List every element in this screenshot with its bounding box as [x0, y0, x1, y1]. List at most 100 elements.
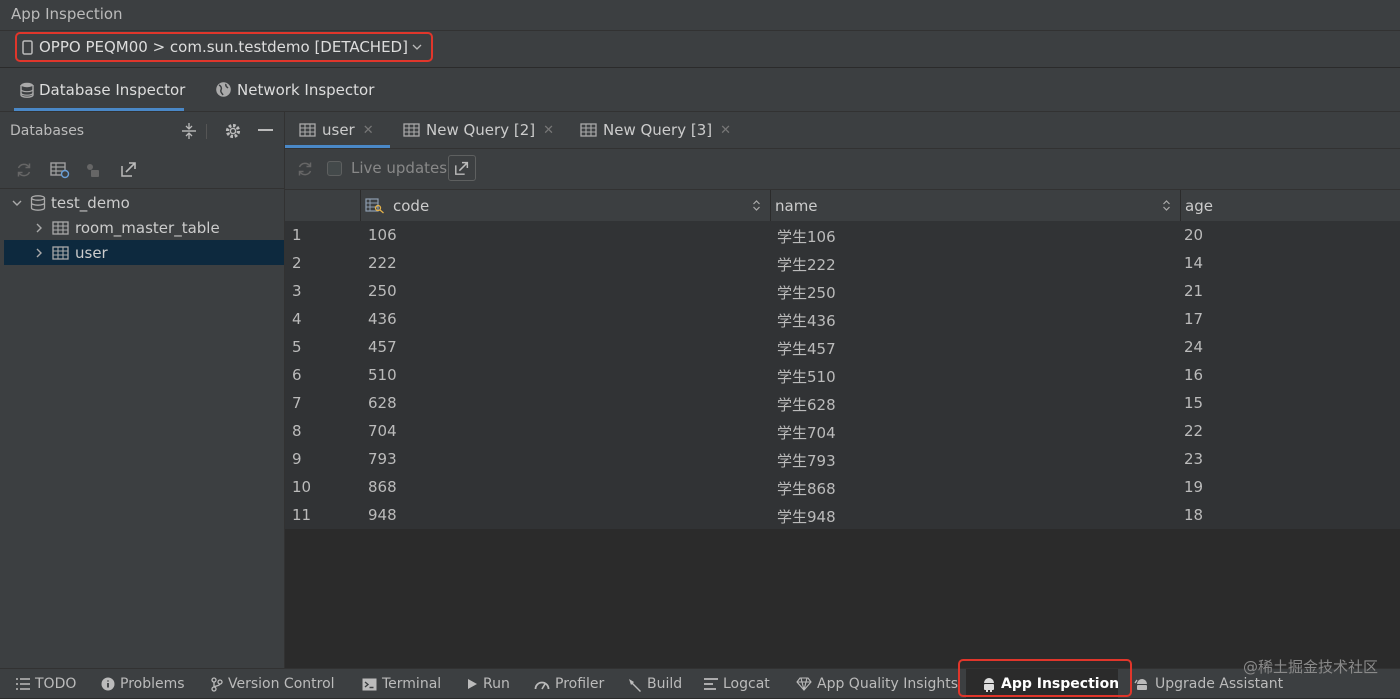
code-cell[interactable]: 436 — [368, 310, 397, 328]
toolwindow-todo[interactable]: TODO — [16, 669, 76, 699]
column-header-age[interactable]: age — [1180, 190, 1400, 221]
device-bar: OPPO PEQM00 > com.sun.testdemo [DETACHED… — [0, 31, 1400, 68]
tab-database-inspector[interactable]: Database Inspector — [8, 68, 190, 111]
table-icon — [52, 220, 69, 235]
table-row[interactable]: 2 222 学生222 14 — [285, 249, 1400, 277]
chevron-down-icon — [412, 43, 422, 51]
tree-item-table-user[interactable]: user — [4, 240, 284, 265]
toolwindow-build[interactable]: Build — [627, 669, 682, 699]
keep-connections-icon[interactable] — [84, 161, 102, 179]
code-cell[interactable]: 106 — [368, 226, 397, 244]
name-cell[interactable]: 学生106 — [777, 226, 836, 247]
toolwindow-profiler[interactable]: Profiler — [534, 669, 604, 699]
table-row[interactable]: 8 704 学生704 22 — [285, 417, 1400, 445]
databases-panel-header: Databases — [0, 112, 284, 150]
chevron-right-icon[interactable] — [35, 248, 43, 258]
refresh-icon[interactable] — [296, 160, 314, 178]
code-cell[interactable]: 704 — [368, 422, 397, 440]
export-icon[interactable] — [120, 160, 138, 178]
name-cell[interactable]: 学生250 — [777, 282, 836, 303]
name-cell[interactable]: 学生457 — [777, 338, 836, 359]
table-row[interactable]: 5 457 学生457 24 — [285, 333, 1400, 361]
table-row[interactable]: 11 948 学生948 18 — [285, 501, 1400, 529]
collapse-all-icon[interactable] — [180, 122, 198, 140]
name-cell[interactable]: 学生510 — [777, 366, 836, 387]
age-cell[interactable]: 24 — [1184, 338, 1203, 356]
table-row[interactable]: 6 510 学生510 16 — [285, 361, 1400, 389]
tab-user[interactable]: user ✕ — [285, 112, 390, 148]
info-icon — [101, 677, 115, 691]
table-row[interactable]: 1 106 学生106 20 — [285, 221, 1400, 249]
refresh-icon[interactable] — [15, 161, 33, 179]
table-row[interactable]: 7 628 学生628 15 — [285, 389, 1400, 417]
tree-item-database[interactable]: test_demo — [4, 190, 284, 215]
column-header-code[interactable]: code — [360, 190, 771, 221]
age-cell[interactable]: 14 — [1184, 254, 1203, 272]
export-table-button[interactable] — [448, 155, 476, 181]
gear-icon[interactable] — [224, 122, 242, 140]
table-row[interactable]: 10 868 学生868 19 — [285, 473, 1400, 501]
tab-new-query-3[interactable]: New Query [3] ✕ — [580, 112, 731, 148]
terminal-icon — [362, 678, 377, 691]
age-cell[interactable]: 23 — [1184, 450, 1203, 468]
table-row[interactable]: 9 793 学生793 23 — [285, 445, 1400, 473]
toolwindow-label: Build — [647, 676, 683, 692]
close-icon[interactable]: ✕ — [720, 123, 731, 138]
tab-new-query-2[interactable]: New Query [2] ✕ — [403, 112, 554, 148]
code-cell[interactable]: 250 — [368, 282, 397, 300]
age-cell[interactable]: 15 — [1184, 394, 1203, 412]
code-cell[interactable]: 793 — [368, 450, 397, 468]
sort-icon[interactable] — [753, 200, 760, 211]
name-cell[interactable]: 学生628 — [777, 394, 836, 415]
close-icon[interactable]: ✕ — [363, 123, 374, 138]
name-cell[interactable]: 学生704 — [777, 422, 836, 443]
code-cell[interactable]: 222 — [368, 254, 397, 272]
table-row[interactable]: 4 436 学生436 17 — [285, 305, 1400, 333]
checkbox-box[interactable] — [327, 160, 342, 176]
age-cell[interactable]: 17 — [1184, 310, 1203, 328]
table-row[interactable]: 3 250 学生250 21 — [285, 277, 1400, 305]
diamond-icon — [796, 677, 812, 691]
name-cell[interactable]: 学生948 — [777, 506, 836, 527]
toolwindow-label: Version Control — [228, 676, 335, 692]
toolwindow-run[interactable]: Run — [467, 669, 510, 699]
toolwindow-label: Upgrade Assistant — [1155, 676, 1284, 692]
name-cell[interactable]: 学生868 — [777, 478, 836, 499]
sort-icon[interactable] — [1163, 200, 1170, 211]
live-updates-checkbox[interactable]: Live updates — [327, 159, 447, 177]
toolwindow-terminal[interactable]: Terminal — [362, 669, 441, 699]
code-cell[interactable]: 457 — [368, 338, 397, 356]
toolwindow-logcat[interactable]: Logcat — [704, 669, 770, 699]
tree-item-table-room-master[interactable]: room_master_table — [4, 215, 284, 240]
code-cell[interactable]: 948 — [368, 506, 397, 524]
name-cell[interactable]: 学生222 — [777, 254, 836, 275]
watermark: @稀土掘金技术社区 — [1242, 658, 1378, 676]
age-cell[interactable]: 18 — [1184, 506, 1203, 524]
toolwindow-label: Run — [483, 676, 510, 692]
column-header-name[interactable]: name — [770, 190, 1180, 221]
code-cell[interactable]: 868 — [368, 478, 397, 496]
age-cell[interactable]: 16 — [1184, 366, 1203, 384]
age-cell[interactable]: 20 — [1184, 226, 1203, 244]
toolwindow-app-quality-insights[interactable]: App Quality Insights — [796, 669, 958, 699]
name-cell[interactable]: 学生793 — [777, 450, 836, 471]
close-icon[interactable]: ✕ — [543, 123, 554, 138]
age-cell[interactable]: 19 — [1184, 478, 1203, 496]
code-cell[interactable]: 510 — [368, 366, 397, 384]
toolwindow-version-control[interactable]: Version Control — [211, 669, 335, 699]
device-process-selector[interactable]: OPPO PEQM00 > com.sun.testdemo [DETACHED… — [15, 32, 433, 62]
chevron-down-icon[interactable] — [12, 199, 22, 207]
age-cell[interactable]: 21 — [1184, 282, 1203, 300]
android-upgrade-icon — [1134, 677, 1150, 691]
tab-network-inspector[interactable]: Network Inspector — [215, 68, 374, 111]
database-icon — [20, 82, 34, 98]
code-cell[interactable]: 628 — [368, 394, 397, 412]
chevron-right-icon[interactable] — [35, 223, 43, 233]
toolwindow-problems[interactable]: Problems — [101, 669, 185, 699]
branch-icon — [211, 676, 223, 692]
minimize-icon[interactable] — [258, 129, 273, 131]
new-query-icon[interactable] — [50, 161, 70, 179]
age-cell[interactable]: 22 — [1184, 422, 1203, 440]
tree-item-label: room_master_table — [75, 218, 220, 237]
name-cell[interactable]: 学生436 — [777, 310, 836, 331]
